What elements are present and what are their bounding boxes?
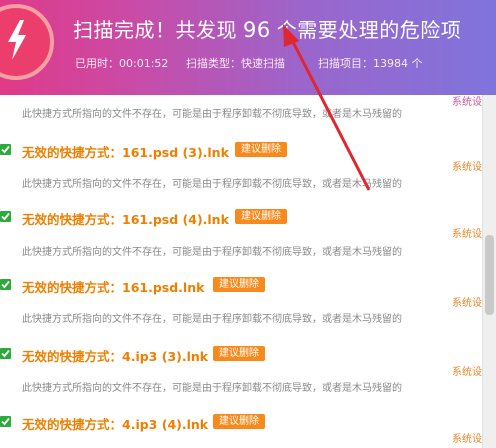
scan-result-title: 扫描完成！共发现 96 个需要处理的危险项	[73, 14, 461, 43]
list-item[interactable]: 无效的快捷方式：161.psd.lnk 建议删除	[0, 275, 470, 295]
elapsed-time-stat: 已用时：00:01:52	[75, 55, 168, 71]
scan-type-stat: 扫描类型：快速扫描	[186, 55, 285, 71]
item-checkbox[interactable]	[0, 348, 11, 359]
result-list: 系统设 此快捷方式所指向的文件不存在，可能是由于程序卸载不彻底导致，或者是木马残…	[0, 95, 482, 448]
stat-value: 00:01:52	[119, 57, 169, 70]
danger-count: 96	[243, 18, 271, 42]
title-prefix: 扫描完成！共发现	[73, 18, 237, 42]
item-title: 无效的快捷方式：4.ip3 (3).lnk	[22, 349, 209, 364]
title-suffix: 个需要处理的危险项	[276, 18, 462, 42]
lightning-bolt-icon	[8, 20, 26, 60]
stat-label: 扫描项目：	[318, 57, 373, 70]
item-checkbox[interactable]	[0, 144, 11, 155]
scan-items-stat: 扫描项目：13984 个	[318, 55, 423, 71]
item-title: 无效的快捷方式：161.psd.lnk	[22, 280, 205, 295]
suggest-delete-button[interactable]: 建议删除	[213, 277, 265, 292]
side-tag: 系统设	[452, 298, 482, 309]
scrollbar-thumb[interactable]	[485, 235, 494, 315]
list-item[interactable]: 无效的快捷方式：4.ip3 (4).lnk 建议删除	[0, 412, 470, 432]
stat-value: 13984 个	[373, 57, 423, 70]
item-description: 此快捷方式所指向的文件不存在，可能是由于程序卸载不彻底导致，或者是木马残留的	[22, 179, 402, 190]
suggest-delete-button[interactable]: 建议删除	[213, 346, 265, 361]
item-title: 无效的快捷方式：161.psd (3).lnk	[22, 145, 229, 160]
item-description: 此快捷方式所指向的文件不存在，可能是由于程序卸载不彻底导致，或者是木马残留的	[22, 314, 402, 325]
checkmark-icon	[1, 280, 10, 289]
item-title: 无效的快捷方式：161.psd (4).lnk	[22, 212, 229, 227]
suggest-delete-button[interactable]: 建议删除	[235, 142, 287, 157]
checkmark-icon	[1, 145, 10, 154]
item-checkbox[interactable]	[0, 416, 11, 427]
stat-label: 扫描类型：	[186, 57, 241, 70]
checkmark-icon	[1, 417, 10, 426]
side-tag: 系统设	[452, 434, 482, 445]
item-checkbox[interactable]	[0, 211, 11, 222]
suggest-delete-button[interactable]: 建议删除	[235, 209, 287, 224]
item-checkbox[interactable]	[0, 279, 11, 290]
list-item[interactable]: 无效的快捷方式：161.psd (3).lnk 建议删除	[0, 140, 470, 160]
item-description: 此快捷方式所指向的文件不存在，可能是由于程序卸载不彻底导致，或者是木马残留的	[22, 383, 402, 394]
app-logo	[0, 4, 54, 80]
side-tag: 系统设	[452, 367, 482, 378]
checkmark-icon	[1, 349, 10, 358]
checkmark-icon	[1, 212, 10, 221]
side-tag: 系统设	[452, 229, 482, 240]
side-tag: 系统设	[452, 162, 482, 173]
item-description: 此快捷方式所指向的文件不存在，可能是由于程序卸载不彻底导致，或者是木马残留的	[22, 247, 402, 258]
vertical-scrollbar[interactable]	[482, 95, 496, 448]
scan-summary-header: 扫描完成！共发现 96 个需要处理的危险项 已用时：00:01:52 扫描类型：快速…	[0, 0, 496, 95]
suggest-delete-button[interactable]: 建议删除	[213, 414, 265, 429]
list-item[interactable]: 无效的快捷方式：161.psd (4).lnk 建议删除	[0, 207, 470, 227]
list-item[interactable]: 无效的快捷方式：4.ip3 (3).lnk 建议删除	[0, 344, 470, 364]
side-tag: 系统设	[452, 97, 482, 108]
stat-label: 已用时：	[75, 57, 119, 70]
item-description: 此快捷方式所指向的文件不存在，可能是由于程序卸载不彻底导致，或者是木马残留的	[22, 109, 402, 120]
item-title: 无效的快捷方式：4.ip3 (4).lnk	[22, 417, 209, 432]
stat-value: 快速扫描	[241, 57, 285, 70]
